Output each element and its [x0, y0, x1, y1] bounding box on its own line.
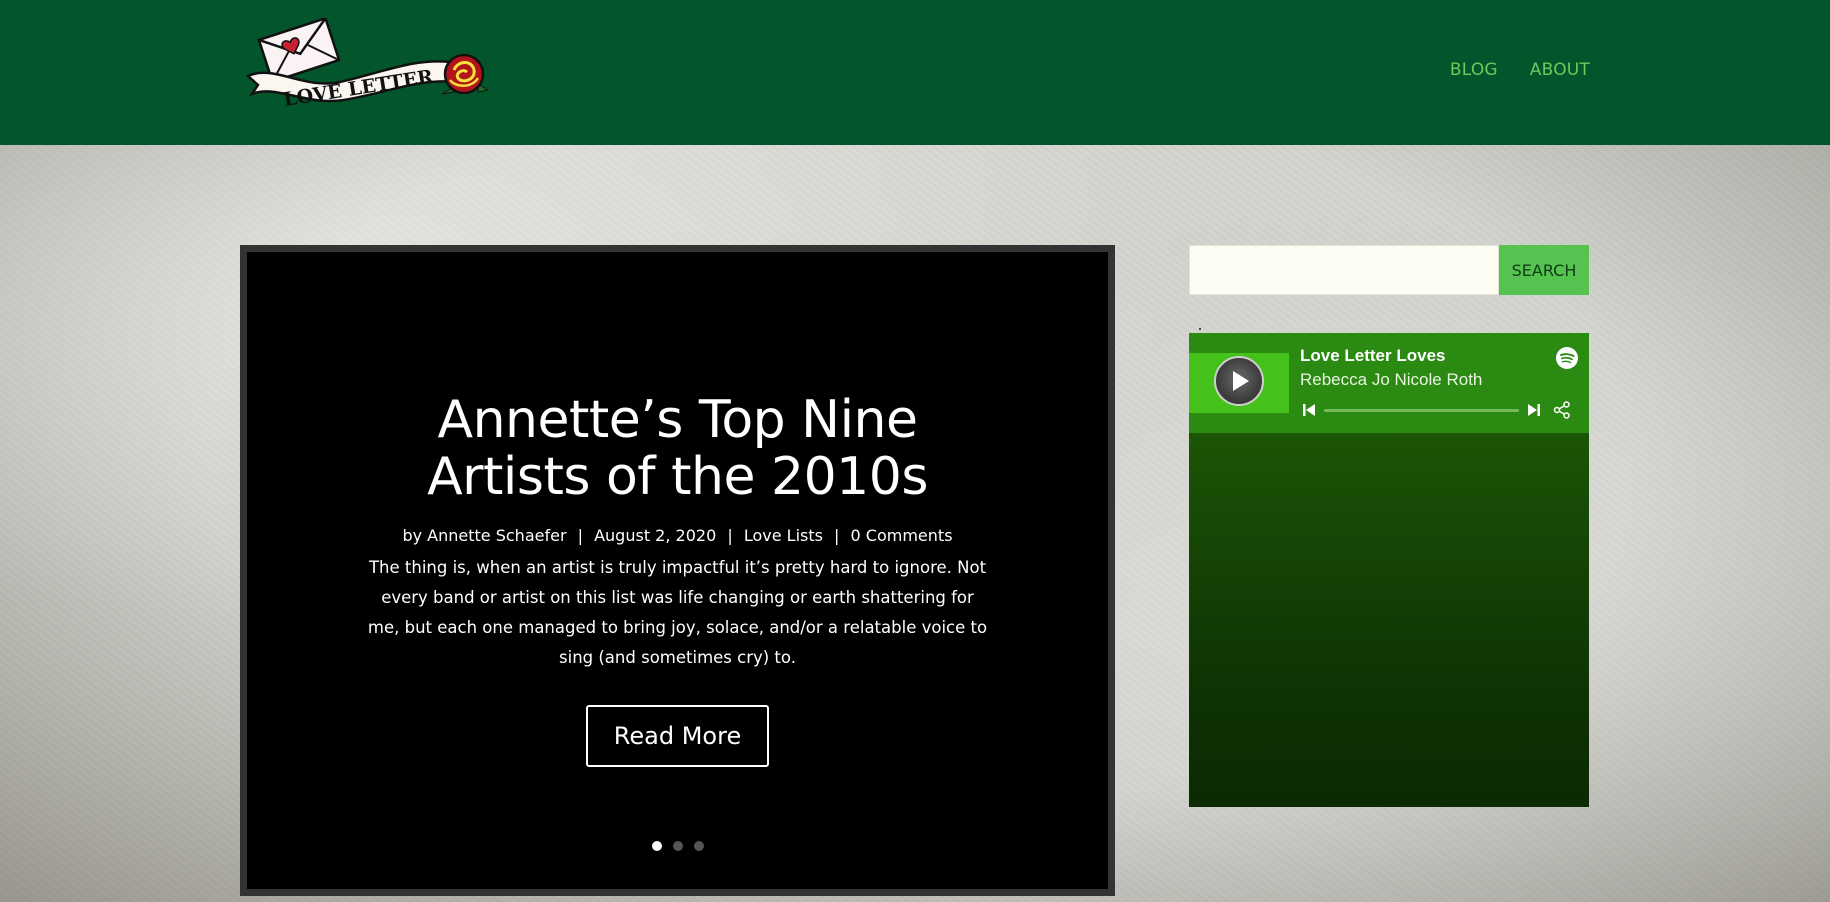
post-excerpt: The thing is, when an artist is truly im…	[367, 558, 988, 667]
spotify-player-bar: Love Letter Loves Rebecca Jo Nicole Roth	[1189, 333, 1589, 433]
play-button[interactable]	[1214, 356, 1264, 406]
post-meta: by Annette Schaefer | August 2, 2020 | L…	[247, 526, 1108, 545]
next-track-icon[interactable]	[1527, 403, 1541, 417]
meta-by: by	[402, 526, 423, 545]
previous-track-icon[interactable]	[1302, 403, 1316, 417]
meta-separator: |	[577, 526, 583, 545]
slider-dot-1[interactable]	[651, 841, 662, 851]
read-more-button[interactable]: Read More	[585, 705, 770, 767]
post-comments-link[interactable]: 0 Comments	[851, 526, 953, 545]
meta-separator: |	[834, 526, 840, 545]
post-date: August 2, 2020	[594, 526, 717, 545]
main-nav: BLOG ABOUT	[1450, 60, 1590, 80]
slide-content: Annette’s Top Nine Artists of the 2010s …	[247, 392, 1108, 767]
slider-dot-3[interactable]	[693, 841, 704, 851]
post-author-link[interactable]: Annette Schaefer	[427, 526, 566, 545]
track-progress-bar[interactable]	[1324, 409, 1519, 412]
search-form: SEARCH	[1189, 245, 1589, 295]
play-icon	[1233, 371, 1249, 391]
post-category-link[interactable]: Love Lists	[744, 526, 823, 545]
featured-post-slider: Annette’s Top Nine Artists of the 2010s …	[240, 245, 1115, 896]
meta-separator: |	[727, 526, 733, 545]
share-icon[interactable]	[1553, 401, 1571, 419]
playlist-title[interactable]: Love Letter Loves	[1300, 346, 1446, 366]
site-header: LOVE LETTER BLOG ABOUT	[0, 0, 1830, 145]
spotify-embed-player: Love Letter Loves Rebecca Jo Nicole Roth	[1189, 333, 1589, 807]
search-button[interactable]: SEARCH	[1499, 245, 1589, 295]
slider-dot-2[interactable]	[672, 841, 683, 851]
slider-pagination	[247, 841, 1108, 851]
playlist-artist[interactable]: Rebecca Jo Nicole Roth	[1300, 370, 1482, 390]
post-title[interactable]: Annette’s Top Nine Artists of the 2010s	[398, 392, 958, 506]
stray-dot	[1199, 328, 1201, 330]
nav-link-about[interactable]: ABOUT	[1530, 60, 1590, 80]
nav-link-blog[interactable]: BLOG	[1450, 60, 1498, 80]
site-logo[interactable]: LOVE LETTER	[244, 18, 500, 106]
playlist-cover-art	[1189, 353, 1289, 413]
search-input[interactable]	[1189, 245, 1499, 295]
spotify-logo-icon[interactable]	[1555, 346, 1579, 370]
love-letter-logo-icon: LOVE LETTER	[245, 18, 490, 106]
